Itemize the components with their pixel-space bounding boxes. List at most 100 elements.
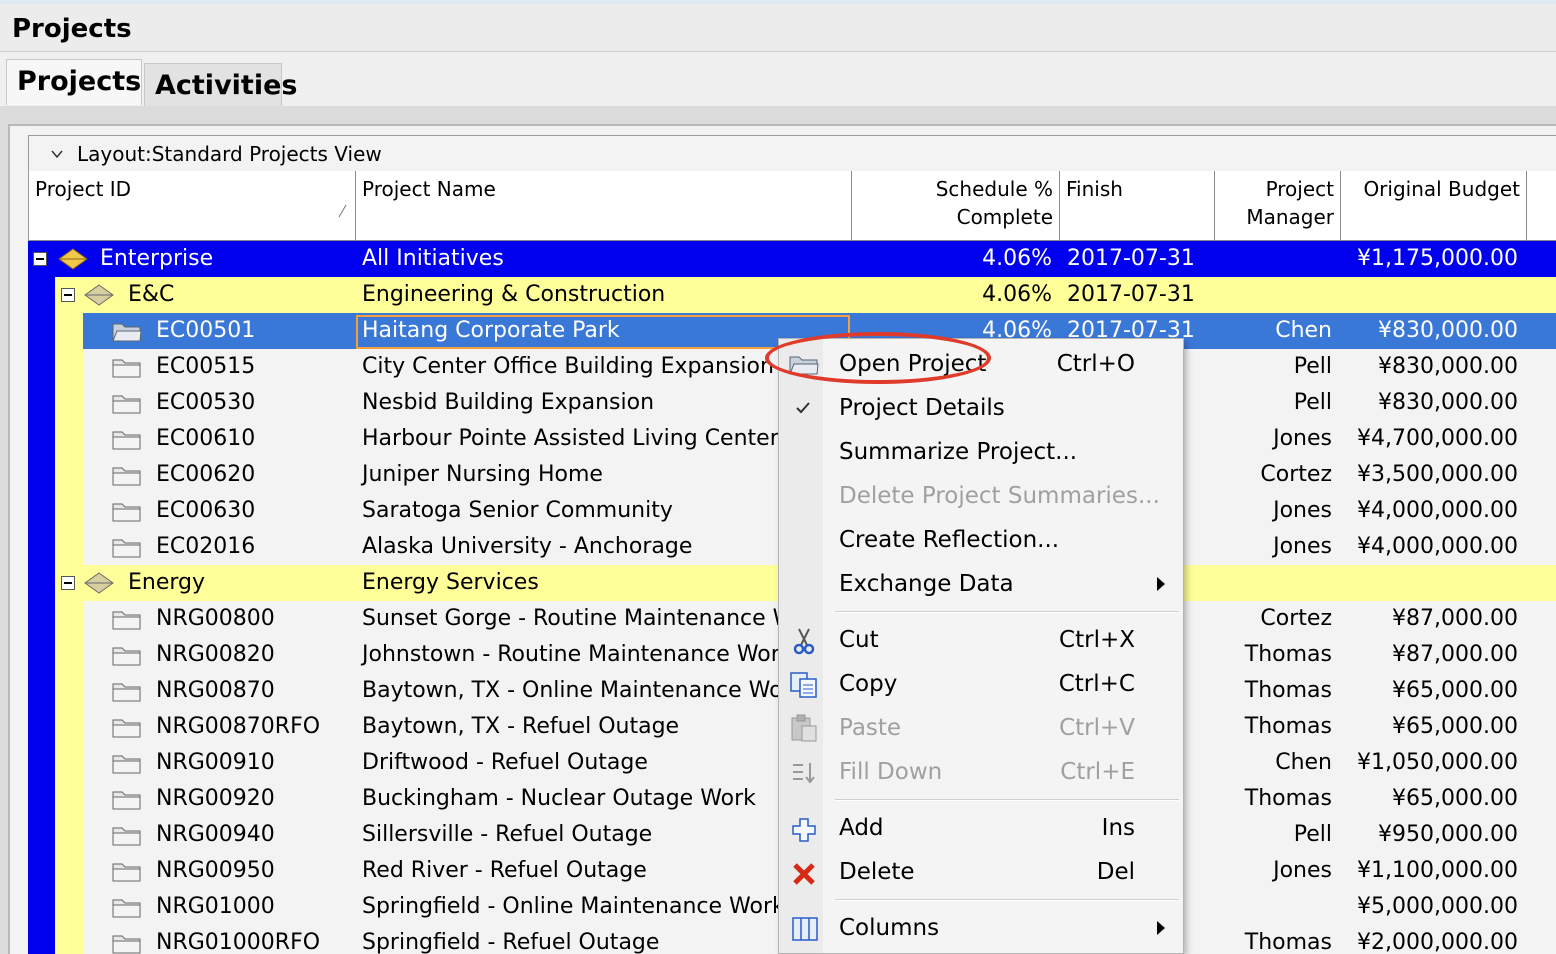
- row-project-name: Engineering & Construction: [362, 282, 666, 307]
- folder-icon: [112, 935, 141, 954]
- folder-icon: [112, 863, 141, 882]
- row-project-name: Baytown, TX - Online Maintenance Work: [362, 678, 805, 703]
- row-project-name: Energy Services: [362, 570, 539, 595]
- chevron-down-icon[interactable]: [51, 148, 63, 160]
- row-project-name: Nesbid Building Expansion: [362, 390, 655, 415]
- tab-activities[interactable]: Activities: [144, 63, 297, 109]
- row-project-id: E&C: [128, 282, 175, 307]
- header-finish-label: Finish: [1066, 177, 1123, 201]
- row-budget: ¥2,000,000.00: [1357, 930, 1518, 954]
- layout-bar[interactable]: Layout:Standard Projects View: [28, 135, 1556, 171]
- row-project-id: NRG00800: [156, 606, 275, 631]
- menu-label: Cut: [839, 627, 879, 653]
- columns-icon: [792, 917, 818, 941]
- menu-item-delete-project-summaries[interactable]: Delete Project Summaries...: [779, 475, 1183, 519]
- menu-item-fill-down[interactable]: Fill Down Ctrl+E: [779, 751, 1183, 795]
- eps-node-icon: [84, 572, 114, 594]
- row-project-name: Saratoga Senior Community: [362, 498, 673, 523]
- menu-item-paste[interactable]: Paste Ctrl+V: [779, 707, 1183, 751]
- row-project-manager: Thomas: [1244, 678, 1332, 703]
- row-project-id: Enterprise: [100, 246, 214, 271]
- header-original-budget[interactable]: Original Budget: [1341, 171, 1527, 241]
- cell-focus-outline: [356, 315, 850, 349]
- collapse-icon[interactable]: [61, 288, 75, 302]
- row-budget: ¥87,000.00: [1392, 642, 1518, 667]
- row-project-id: Energy: [128, 570, 206, 595]
- header-project-id-label: Project ID: [35, 177, 132, 201]
- table-row[interactable]: E&C Engineering & Construction 4.06% 201…: [28, 277, 1556, 313]
- row-project-name: Driftwood - Refuel Outage: [362, 750, 648, 775]
- header-pm-line2: Manager: [1246, 205, 1334, 229]
- row-budget: ¥1,175,000.00: [1357, 246, 1518, 271]
- submenu-arrow-icon: [1157, 577, 1165, 591]
- header-schedule-line1: Schedule %: [935, 177, 1053, 201]
- header-project-name[interactable]: Project Name: [356, 171, 852, 241]
- fill-down-icon: [793, 763, 815, 784]
- menu-shortcut: Ctrl+V: [1059, 715, 1135, 741]
- menu-separator: [835, 899, 1179, 901]
- row-project-id: NRG01000: [156, 894, 275, 919]
- row-project-id: NRG01000RFO: [156, 930, 321, 954]
- menu-item-project-details[interactable]: Project Details: [779, 387, 1183, 431]
- row-project-name: Harbour Pointe Assisted Living Center: [362, 426, 779, 451]
- header-finish[interactable]: Finish: [1060, 171, 1215, 241]
- row-budget: ¥1,050,000.00: [1357, 750, 1518, 775]
- row-project-id: EC00610: [156, 426, 256, 451]
- row-project-manager: Pell: [1293, 354, 1332, 379]
- menu-shortcut: Ins: [1101, 815, 1135, 841]
- submenu-arrow-icon: [1157, 921, 1165, 935]
- menu-item-copy[interactable]: Copy Ctrl+C: [779, 663, 1183, 707]
- row-project-manager: Jones: [1273, 426, 1332, 451]
- header-project-id[interactable]: Project ID: [29, 171, 356, 241]
- row-project-id: NRG00910: [156, 750, 275, 775]
- row-project-manager: Chen: [1275, 318, 1332, 343]
- menu-item-columns[interactable]: Columns: [779, 907, 1183, 951]
- folder-icon: [112, 467, 141, 486]
- folder-icon: [112, 683, 141, 702]
- delete-icon: [793, 863, 815, 885]
- menu-shortcut: Ctrl+C: [1058, 671, 1135, 697]
- row-finish: 2017-07-31: [1067, 282, 1195, 307]
- row-project-manager: Thomas: [1244, 786, 1332, 811]
- row-project-id: NRG00920: [156, 786, 275, 811]
- menu-item-exchange-data[interactable]: Exchange Data: [779, 563, 1183, 607]
- header-project-manager[interactable]: Project Manager: [1215, 171, 1341, 241]
- row-project-name: City Center Office Building Expansion: [362, 354, 774, 379]
- table-row[interactable]: Enterprise All Initiatives 4.06% 2017-07…: [28, 241, 1556, 277]
- row-project-manager: Pell: [1293, 390, 1332, 415]
- menu-separator: [835, 611, 1179, 613]
- row-budget: ¥4,700,000.00: [1357, 426, 1518, 451]
- menu-item-summarize-project[interactable]: Summarize Project...: [779, 431, 1183, 475]
- row-budget: ¥65,000.00: [1392, 678, 1518, 703]
- checkmark-icon: [796, 402, 810, 414]
- row-budget: ¥1,100,000.00: [1357, 858, 1518, 883]
- row-project-id: EC00620: [156, 462, 256, 487]
- sort-indicator-icon: [338, 204, 347, 218]
- header-schedule-complete[interactable]: Schedule % Complete: [852, 171, 1060, 241]
- window-title: Projects: [12, 14, 132, 44]
- row-project-name: Sunset Gorge - Routine Maintenance Work: [362, 606, 829, 631]
- row-project-id: EC00630: [156, 498, 256, 523]
- folder-icon: [112, 395, 141, 414]
- row-finish: 2017-07-31: [1067, 246, 1195, 271]
- menu-label: Paste: [839, 715, 902, 741]
- folder-icon: [112, 755, 141, 774]
- row-project-id: NRG00950: [156, 858, 275, 883]
- collapse-icon[interactable]: [61, 576, 75, 590]
- menu-item-create-reflection[interactable]: Create Reflection...: [779, 519, 1183, 563]
- row-project-manager: Thomas: [1244, 930, 1332, 954]
- menu-item-cut[interactable]: Cut Ctrl+X: [779, 619, 1183, 663]
- menu-item-add[interactable]: Add Ins: [779, 807, 1183, 851]
- column-header-row: Project ID Project Name Schedule % Compl…: [28, 171, 1556, 241]
- layout-name: Layout:Standard Projects View: [77, 142, 382, 166]
- folder-icon: [112, 791, 141, 810]
- tab-projects[interactable]: Projects: [6, 59, 142, 105]
- row-project-id: NRG00820: [156, 642, 275, 667]
- folder-icon: [112, 827, 141, 846]
- menu-shortcut: Del: [1096, 859, 1135, 885]
- row-project-name: Johnstown - Routine Maintenance Work: [362, 642, 793, 667]
- menu-item-delete[interactable]: Delete Del: [779, 851, 1183, 895]
- menu-label: Project Details: [839, 395, 1005, 421]
- collapse-icon[interactable]: [33, 252, 47, 266]
- row-project-name: Sillersville - Refuel Outage: [362, 822, 653, 847]
